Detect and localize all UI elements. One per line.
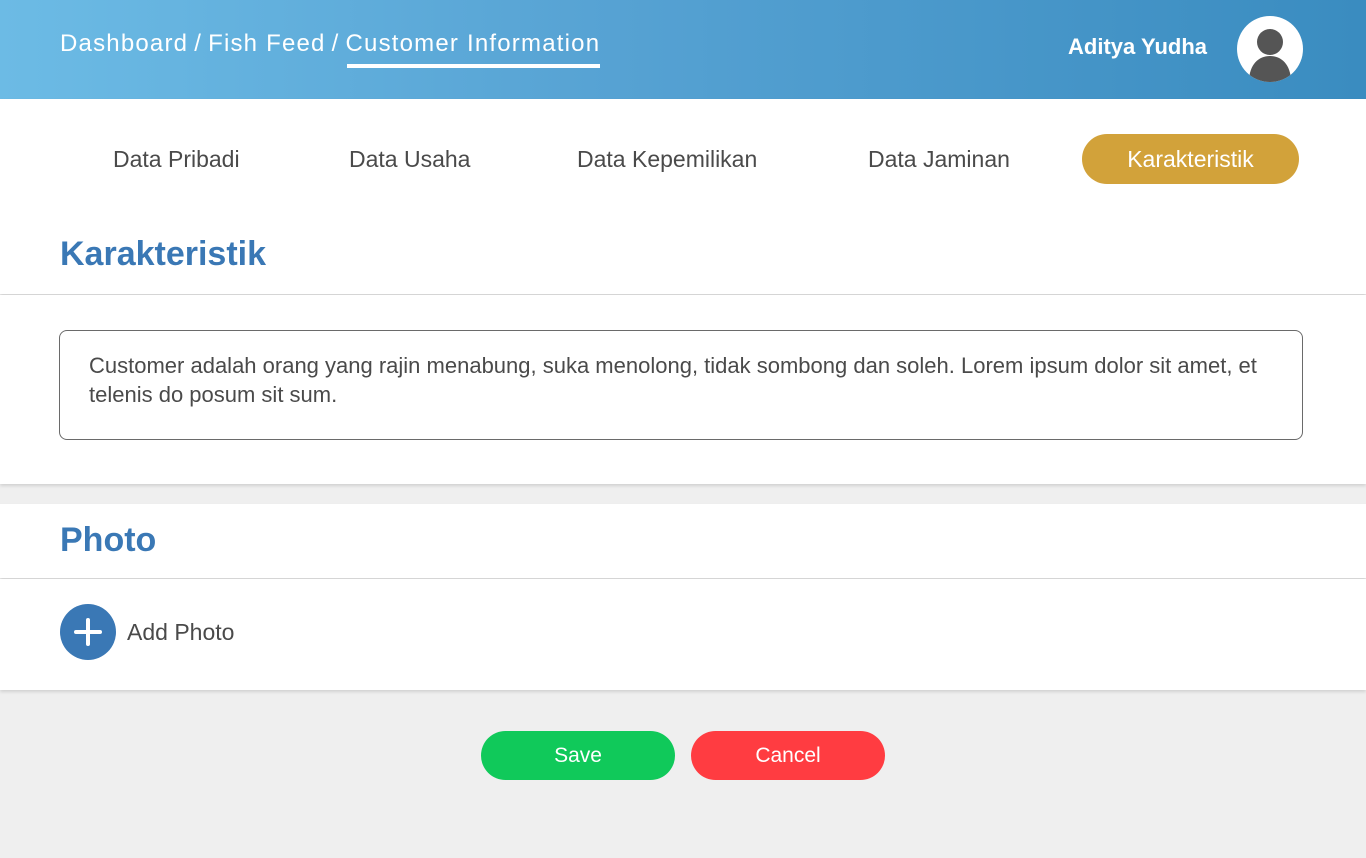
karakteristik-panel: Customer adalah orang yang rajin menabun… xyxy=(0,295,1366,484)
add-photo-button[interactable]: Add Photo xyxy=(60,604,234,660)
breadcrumb: Dashboard / Fish Feed / Customer Information xyxy=(60,30,601,68)
breadcrumb-separator: / xyxy=(331,30,340,57)
karakteristik-title: Karakteristik xyxy=(60,235,267,273)
breadcrumb-fish-feed[interactable]: Fish Feed xyxy=(208,30,326,58)
photo-title: Photo xyxy=(60,521,157,559)
user-name: Aditya Yudha xyxy=(1068,34,1207,59)
tab-data-pribadi[interactable]: Data Pribadi xyxy=(113,134,240,184)
tab-karakteristik[interactable]: Karakteristik xyxy=(1082,134,1299,184)
tabs-panel: Data Pribadi Data Usaha Data Kepemilikan… xyxy=(0,99,1366,294)
plus-circle-icon[interactable] xyxy=(60,604,116,660)
tab-data-kepemilikan[interactable]: Data Kepemilikan xyxy=(577,134,757,184)
breadcrumb-dashboard[interactable]: Dashboard xyxy=(60,30,188,58)
photo-section-body: Add Photo xyxy=(0,579,1366,690)
tab-data-jaminan[interactable]: Data Jaminan xyxy=(868,134,1010,184)
cancel-button[interactable]: Cancel xyxy=(691,731,885,780)
photo-section-header: Photo xyxy=(0,504,1366,578)
save-button[interactable]: Save xyxy=(481,731,675,780)
user-silhouette-icon xyxy=(1249,29,1291,82)
tab-data-usaha[interactable]: Data Usaha xyxy=(349,134,470,184)
breadcrumb-separator: / xyxy=(194,30,203,57)
user-avatar-icon[interactable] xyxy=(1237,16,1303,82)
breadcrumb-customer-information: Customer Information xyxy=(345,30,601,68)
top-header: Dashboard / Fish Feed / Customer Information… xyxy=(0,0,1366,99)
add-photo-label[interactable]: Add Photo xyxy=(127,619,234,646)
karakteristik-textarea[interactable]: Customer adalah orang yang rajin menabun… xyxy=(59,330,1303,440)
